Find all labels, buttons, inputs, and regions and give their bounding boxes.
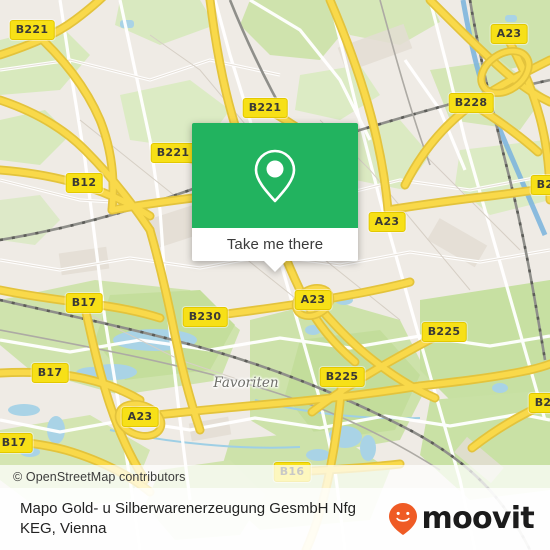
road-shield: B230 [182, 307, 228, 327]
moovit-map-page: B221 B221 B228 A23 B221 B12 B2 A23 A23 B17 B230 B22… [0, 0, 550, 550]
road-shield: B221 [150, 143, 196, 163]
road-shield: B221 [9, 20, 55, 40]
road-shield: A23 [121, 407, 159, 427]
road-shield: B225 [319, 367, 365, 387]
card-pointer-tail [264, 261, 286, 272]
road-shield: A23 [490, 24, 528, 44]
moovit-wordmark: moovit [421, 501, 535, 536]
road-shield: A23 [294, 290, 332, 310]
moovit-logo[interactable]: moovit [388, 502, 550, 536]
card-cta-area[interactable]: Take me there [192, 228, 358, 261]
road-shield: B22 [528, 393, 550, 413]
card-pin-area [192, 123, 358, 228]
road-shield: B2 [530, 175, 550, 195]
place-title: Mapo Gold- u Silberwarenerzeugung GesmbH… [20, 500, 356, 537]
map-attribution-bar: © OpenStreetMap contributors [0, 465, 550, 488]
road-shield: B17 [65, 293, 103, 313]
road-shield: B12 [65, 173, 103, 193]
road-shield: B225 [421, 322, 467, 342]
location-callout-card[interactable]: Take me there [192, 123, 358, 272]
map-pin-icon [254, 149, 296, 202]
road-shield: B221 [242, 98, 288, 118]
road-shield: A23 [368, 212, 406, 232]
road-shield: B17 [0, 433, 33, 453]
osm-attribution-text[interactable]: © OpenStreetMap contributors [0, 470, 186, 484]
moovit-smiley-pin-icon [388, 503, 417, 535]
road-shield: B17 [31, 363, 69, 383]
footer-bar: Mapo Gold- u Silberwarenerzeugung GesmbH… [0, 488, 550, 550]
place-label: Favoriten [213, 375, 279, 391]
take-me-there-label: Take me there [226, 236, 324, 253]
road-shield: B228 [448, 93, 494, 113]
